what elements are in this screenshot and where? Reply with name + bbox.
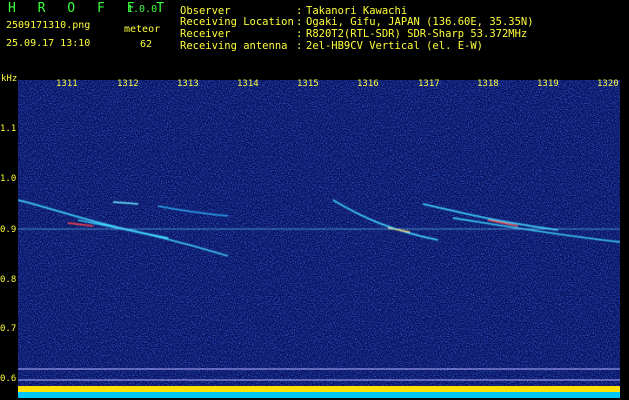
time-tick-label: 1320 <box>597 79 619 89</box>
detection-count: 62 <box>140 39 153 50</box>
freq-unit-label: kHz <box>1 74 18 84</box>
receiver-value: R820T2(RTL-SDR) SDR-Sharp 53.372MHz <box>306 28 528 40</box>
observer-value: Takanori Kawachi <box>306 5 408 17</box>
noise-speckle <box>18 80 620 398</box>
location-colon: : <box>296 16 303 28</box>
receiver-colon: : <box>296 28 303 40</box>
location-label: Receiving Location <box>180 16 294 28</box>
freq-tick-label: 1.1 <box>0 124 17 134</box>
time-tick-label: 1314 <box>237 79 259 89</box>
receiver-label: Receiver <box>180 28 231 40</box>
freq-tick-label: 0.8 <box>0 275 17 285</box>
spectrogram-plot <box>18 80 620 398</box>
freq-tick-label: 0.9 <box>0 225 17 235</box>
time-tick-label: 1318 <box>477 79 499 89</box>
time-tick-label: 1311 <box>56 79 78 89</box>
freq-tick-label: 1.0 <box>0 174 17 184</box>
time-tick-label: 1313 <box>177 79 199 89</box>
time-tick-label: 1315 <box>297 79 319 89</box>
detection-label: meteor <box>124 24 161 35</box>
antenna-label: Receiving antenna <box>180 40 288 52</box>
time-tick-label: 1319 <box>537 79 559 89</box>
file-name: 2509171310.png <box>6 20 91 31</box>
antenna-value: 2el-HB9CV Vertical (el. E-W) <box>306 40 484 52</box>
freq-tick-label: 0.6 <box>0 374 17 384</box>
time-tick-label: 1317 <box>418 79 440 89</box>
freq-tick-label: 0.7 <box>0 324 17 334</box>
time-tick-label: 1312 <box>117 79 139 89</box>
time-tick-label: 1316 <box>357 79 379 89</box>
timestamp: 25.09.17 13:10 <box>6 38 91 49</box>
antenna-colon: : <box>296 40 303 52</box>
location-value: Ogaki, Gifu, JAPAN (136.60E, 35.35N) <box>306 16 534 28</box>
observer-colon: : <box>296 5 303 17</box>
observer-label: Observer <box>180 5 231 17</box>
app-version: 1.0.0 <box>127 4 158 15</box>
hrofft-window: H R O F F T 1.0.0 2509171310.png meteor … <box>0 0 629 400</box>
